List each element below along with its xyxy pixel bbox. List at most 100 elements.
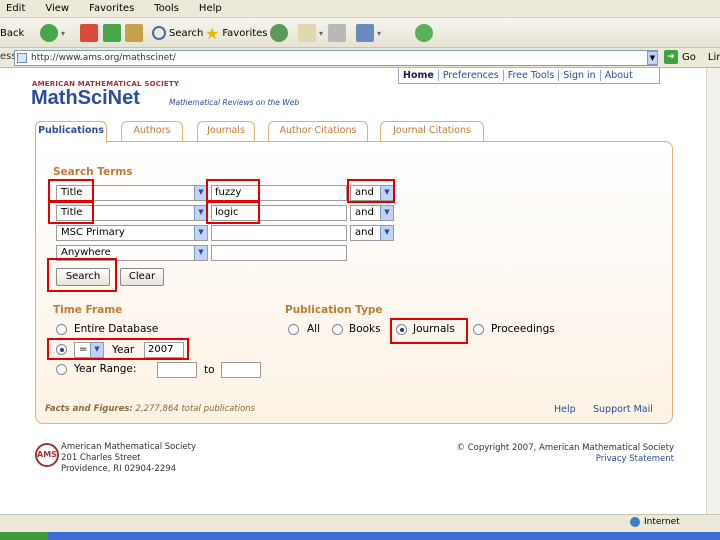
year-label: Year bbox=[112, 344, 135, 356]
nav-about[interactable]: About bbox=[601, 70, 637, 81]
field-select-3[interactable]: MSC Primary ▼ bbox=[56, 225, 208, 241]
privacy-link[interactable]: Privacy Statement bbox=[457, 454, 674, 465]
address-input[interactable]: http://www.ams.org/mathscinet/ bbox=[14, 50, 658, 66]
mathscinet-logo[interactable]: MathSciNet bbox=[31, 87, 140, 110]
year-range-radio[interactable] bbox=[56, 364, 67, 375]
favorites-button[interactable]: ★ Favorites bbox=[205, 22, 268, 44]
help-link[interactable]: Help bbox=[554, 404, 576, 415]
zone-label: Internet bbox=[644, 517, 680, 527]
field-select-2[interactable]: Title ▼ bbox=[56, 205, 208, 221]
year-operator-select[interactable]: = ▼ bbox=[74, 342, 104, 358]
year-range-from-input[interactable] bbox=[157, 362, 197, 378]
facts-label: Facts and Figures: bbox=[45, 404, 133, 414]
address-dropdown[interactable]: ▼ bbox=[647, 51, 658, 65]
go-arrow-icon: ➔ bbox=[664, 50, 678, 64]
chevron-down-icon: ▼ bbox=[380, 206, 393, 220]
history-icon bbox=[270, 24, 288, 42]
search-button[interactable]: Search bbox=[56, 268, 110, 286]
field-select-1[interactable]: Title ▼ bbox=[56, 185, 208, 201]
facts-text: 2,277,864 total publications bbox=[132, 404, 256, 414]
forward-arrow-icon bbox=[40, 24, 58, 42]
term-input-2[interactable]: logic bbox=[211, 205, 347, 221]
field-select-4-value: Anywhere bbox=[61, 247, 111, 258]
nav-free-tools[interactable]: Free Tools bbox=[504, 70, 560, 81]
search-label: Search bbox=[169, 27, 204, 39]
pubtype-all-radio[interactable] bbox=[288, 324, 299, 335]
home-button[interactable] bbox=[125, 22, 146, 44]
term-input-4[interactable] bbox=[211, 245, 347, 261]
dropdown-arrow-icon: ▾ bbox=[377, 28, 382, 38]
menu-favorites[interactable]: Favorites bbox=[89, 3, 134, 14]
support-mail-link[interactable]: Support Mail bbox=[593, 404, 653, 415]
tab-publications[interactable]: Publications bbox=[35, 121, 107, 143]
operator-select-2-value: and bbox=[355, 207, 374, 218]
nav-preferences[interactable]: Preferences bbox=[439, 70, 504, 81]
menu-edit[interactable]: Edit bbox=[6, 3, 25, 14]
nav-home[interactable]: Home bbox=[399, 70, 439, 81]
nav-sign-in[interactable]: Sign in bbox=[559, 70, 601, 81]
go-button[interactable]: ➔ Go Lin bbox=[664, 50, 720, 64]
dropdown-arrow-icon: ▾ bbox=[61, 28, 66, 38]
search-button[interactable]: Search bbox=[152, 22, 203, 44]
tab-journals[interactable]: Journals bbox=[197, 121, 255, 141]
browser-statusbar: Internet bbox=[0, 514, 720, 532]
footer-org: American Mathematical Society bbox=[61, 442, 196, 452]
footer-copyright: © Copyright 2007, American Mathematical … bbox=[457, 443, 674, 465]
stop-button[interactable] bbox=[80, 22, 101, 44]
year-radio[interactable] bbox=[56, 344, 67, 355]
menu-tools[interactable]: Tools bbox=[154, 3, 179, 14]
messenger-icon bbox=[415, 24, 433, 42]
operator-select-3[interactable]: and ▼ bbox=[350, 225, 394, 241]
pubtype-journals-label: Journals bbox=[413, 323, 455, 335]
refresh-button[interactable] bbox=[103, 22, 124, 44]
clear-button[interactable]: Clear bbox=[120, 268, 164, 286]
pubtype-books-label: Books bbox=[349, 323, 381, 335]
pubtype-books-radio[interactable] bbox=[332, 324, 343, 335]
search-panel: Search Terms Title ▼ fuzzy and ▼ Title ▼… bbox=[35, 141, 673, 424]
security-zone: Internet bbox=[630, 517, 680, 527]
operator-select-1-value: and bbox=[355, 187, 374, 198]
term-input-1[interactable]: fuzzy bbox=[211, 185, 347, 201]
favorites-label: Favorites bbox=[222, 27, 268, 39]
field-select-3-value: MSC Primary bbox=[61, 227, 125, 238]
operator-select-2[interactable]: and ▼ bbox=[350, 205, 394, 221]
address-bar: ess http://www.ams.org/mathscinet/ ▼ ➔ G… bbox=[0, 48, 720, 68]
tab-authors[interactable]: Authors bbox=[121, 121, 183, 141]
print-button[interactable] bbox=[328, 22, 349, 44]
term-input-3[interactable] bbox=[211, 225, 347, 241]
pubtype-proceedings-label: Proceedings bbox=[491, 323, 555, 335]
links-label[interactable]: Lin bbox=[708, 52, 720, 63]
operator-select-1[interactable]: and ▼ bbox=[350, 185, 394, 201]
page-icon bbox=[17, 53, 27, 63]
magnifier-icon bbox=[152, 26, 166, 40]
star-icon: ★ bbox=[205, 23, 220, 43]
menu-help[interactable]: Help bbox=[199, 3, 222, 14]
pubtype-journals-radio[interactable] bbox=[396, 324, 407, 335]
vertical-scrollbar[interactable] bbox=[706, 68, 720, 514]
chevron-down-icon: ▼ bbox=[194, 246, 207, 260]
pubtype-proceedings-radio[interactable] bbox=[473, 324, 484, 335]
tab-author-citations[interactable]: Author Citations bbox=[268, 121, 368, 141]
year-input[interactable]: 2007 bbox=[144, 342, 184, 358]
globe-icon bbox=[630, 517, 640, 527]
mail-button[interactable]: ▾ bbox=[298, 22, 323, 44]
history-button[interactable] bbox=[270, 22, 291, 44]
field-select-2-value: Title bbox=[61, 207, 83, 218]
stop-icon bbox=[80, 24, 98, 42]
tab-journal-citations[interactable]: Journal Citations bbox=[380, 121, 484, 141]
windows-taskbar bbox=[0, 532, 720, 540]
menu-view[interactable]: View bbox=[45, 3, 69, 14]
entire-database-radio[interactable] bbox=[56, 324, 67, 335]
term-input-2-value: logic bbox=[215, 207, 239, 218]
copyright-text: © Copyright 2007, American Mathematical … bbox=[456, 443, 674, 453]
edit-button[interactable]: ▾ bbox=[356, 22, 381, 44]
field-select-4[interactable]: Anywhere ▼ bbox=[56, 245, 208, 261]
start-button[interactable] bbox=[0, 532, 48, 540]
entire-database-label: Entire Database bbox=[74, 323, 159, 335]
home-icon bbox=[125, 24, 143, 42]
year-range-to-input[interactable] bbox=[221, 362, 261, 378]
back-button[interactable]: Back bbox=[0, 22, 24, 44]
printer-icon bbox=[328, 24, 346, 42]
forward-button[interactable]: ▾ bbox=[40, 22, 65, 44]
messenger-button[interactable] bbox=[415, 22, 436, 44]
